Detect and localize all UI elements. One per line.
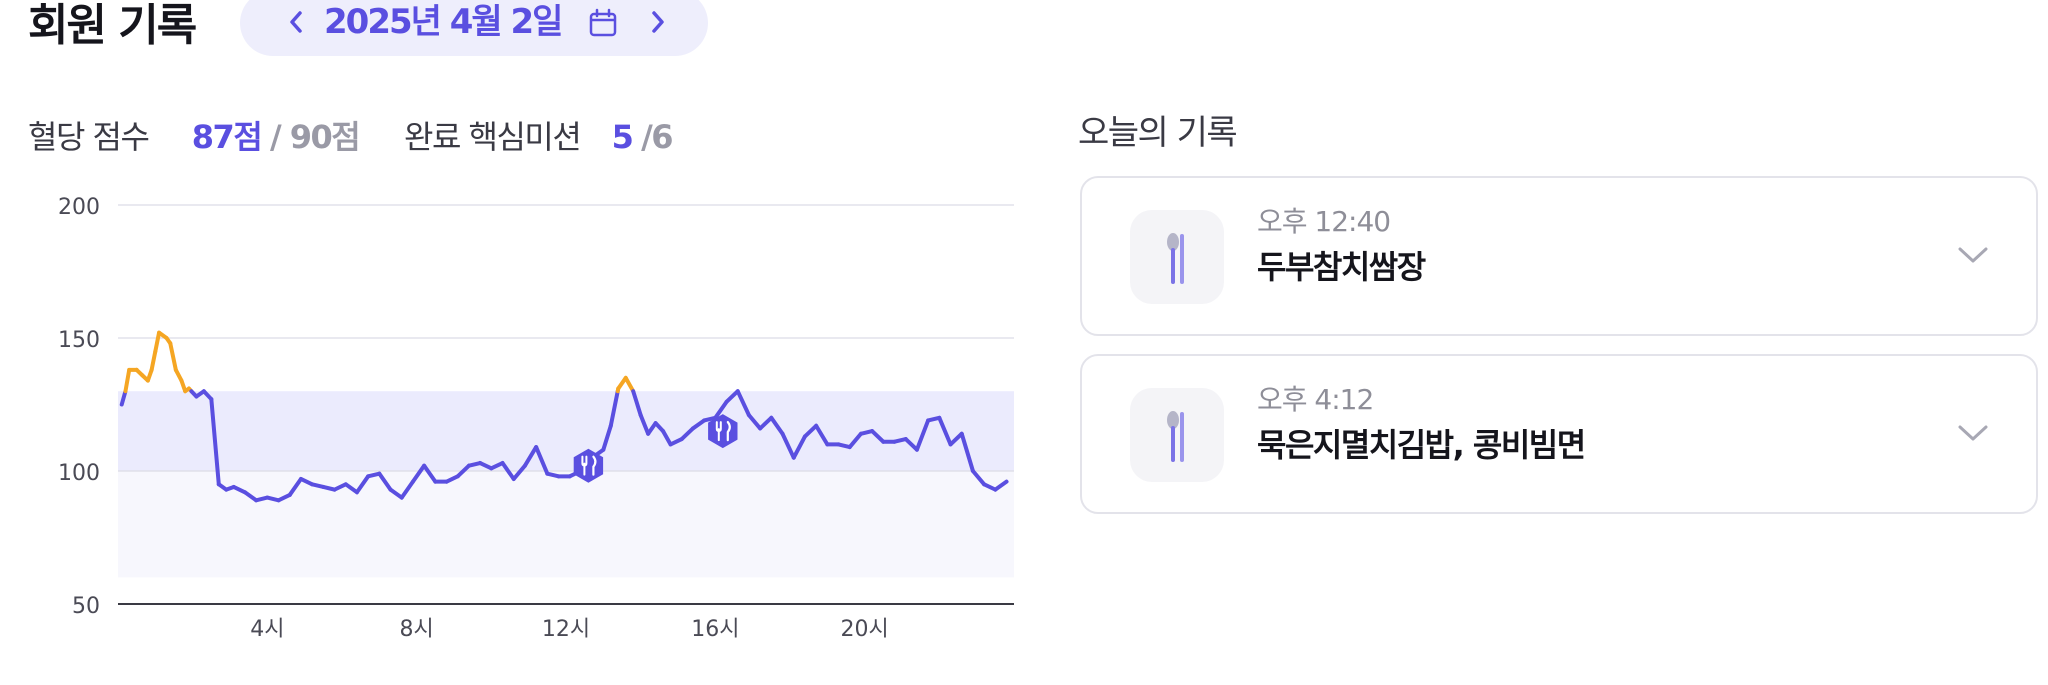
record-card[interactable]: 오후 4:12 묵은지멸치김밥, 콩비빔면 — [1080, 354, 2038, 514]
date-label[interactable]: 2025년 4월 2일 — [324, 2, 563, 42]
record-meal: 두부참치쌈장 — [1257, 248, 1426, 286]
x-tick-label: 12시 — [542, 617, 590, 642]
x-tick-label: 8시 — [400, 617, 434, 642]
score-label: 혈당 점수 — [28, 118, 150, 156]
y-tick-label: 100 — [58, 461, 100, 486]
y-tick-label: 50 — [72, 594, 100, 619]
fork-knife-icon — [1167, 233, 1184, 284]
records-title: 오늘의 기록 — [1078, 113, 1238, 153]
mission-stat: 완료 핵심미션 5 /6 — [404, 112, 674, 162]
spike-segment — [123, 367, 132, 394]
y-tick-label: 150 — [58, 328, 100, 353]
missions-value: 5 — [611, 118, 634, 156]
spike-segment — [623, 375, 636, 394]
spike-segment — [168, 341, 178, 372]
chevron-right-icon[interactable] — [646, 8, 670, 36]
chevron-left-icon[interactable] — [284, 8, 308, 36]
calendar-icon[interactable] — [588, 8, 618, 38]
chevron-down-icon[interactable] — [1956, 416, 1990, 450]
score-stat: 혈당 점수 87점 / 90점 — [28, 112, 361, 162]
chevron-down-icon[interactable] — [1956, 238, 1990, 272]
record-meal: 묵은지멸치김밥, 콩비빔면 — [1257, 426, 1586, 464]
record-time: 오후 4:12 — [1257, 383, 1374, 416]
meal-thumbnail — [1130, 388, 1224, 482]
meal-thumbnail — [1130, 210, 1224, 304]
spike-segment — [149, 349, 158, 372]
page-title: 회원 기록 — [28, 0, 197, 51]
low-range-band — [118, 471, 1014, 578]
x-tick-label: 16시 — [691, 617, 739, 642]
fork-knife-icon — [1167, 411, 1184, 462]
missions-total: /6 — [641, 118, 673, 156]
record-time: 오후 12:40 — [1257, 205, 1391, 238]
x-tick-label: 20시 — [841, 617, 889, 642]
glucose-chart-svg: 200 150 100 50 4시 8시 12시 16시 20시 — [58, 195, 1014, 642]
x-tick-label: 4시 — [250, 617, 284, 642]
missions-label: 완료 핵심미션 — [404, 118, 582, 156]
date-navigator: 2025년 4월 2일 — [240, 0, 708, 56]
glucose-chart: 200 150 100 50 4시 8시 12시 16시 20시 — [0, 180, 1040, 660]
record-card[interactable]: 오후 12:40 두부참치쌈장 — [1080, 176, 2038, 336]
target-range-band — [118, 391, 1014, 471]
spike-segment — [153, 330, 162, 354]
score-max: / 90점 — [269, 118, 361, 156]
y-tick-label: 200 — [58, 195, 100, 220]
score-value: 87점 — [191, 118, 263, 156]
